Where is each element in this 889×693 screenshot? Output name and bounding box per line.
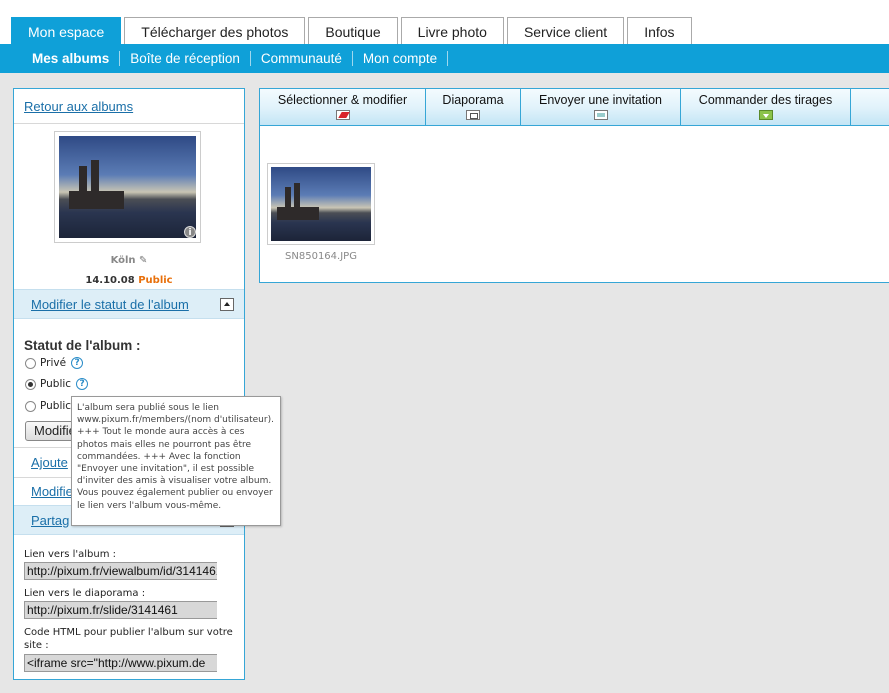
html-code-label: Code HTML pour publier l'album sur votre…: [24, 627, 233, 651]
dropdown-arrow-icon: [758, 110, 773, 120]
album-cover[interactable]: i: [54, 131, 201, 243]
divider: [14, 123, 244, 124]
album-link-label: Lien vers l'album :: [24, 549, 116, 560]
info-icon[interactable]: i: [184, 226, 196, 238]
slideshow-icon: [466, 110, 480, 120]
main-tabs: Mon espace Télécharger des photos Boutiq…: [11, 17, 695, 45]
subnav-communaute[interactable]: Communauté: [251, 51, 353, 66]
edit-pencil-icon[interactable]: ✎: [139, 255, 147, 266]
help-icon[interactable]: ?: [76, 378, 89, 390]
status-section-header[interactable]: Modifier le statut de l'album: [14, 289, 244, 319]
radio-public-2-label: Public: [40, 400, 72, 412]
subnav-mon-compte[interactable]: Mon compte: [353, 51, 449, 66]
html-code-field[interactable]: <iframe src="http://www.pixum.de: [24, 654, 217, 672]
slideshow-button[interactable]: Diaporama: [426, 89, 521, 126]
slideshow-link-field[interactable]: http://pixum.fr/slide/3141461: [24, 601, 217, 619]
album-meta: 14.10.08 Public: [14, 275, 244, 286]
order-prints-button[interactable]: Commander des tirages: [681, 89, 851, 126]
tab-livre-photo[interactable]: Livre photo: [400, 17, 504, 44]
order-prints-label: Commander des tirages: [698, 93, 833, 107]
album-date: 14.10.08: [85, 275, 135, 286]
album-sidebar: Retour aux albums i Köln ✎ 14.10.08 Publ…: [13, 88, 245, 680]
album-name-text: Köln: [110, 255, 136, 266]
radio-public-2[interactable]: Public: [25, 400, 71, 412]
slideshow-link-label: Lien vers le diaporama :: [24, 588, 146, 599]
tab-service-client[interactable]: Service client: [506, 17, 625, 44]
radio-public-input[interactable]: [25, 378, 36, 390]
radio-prive-label: Privé: [40, 357, 67, 369]
subnav-boite-reception[interactable]: Boîte de réception: [120, 51, 251, 66]
status-section-link[interactable]: Modifier le statut de l'album: [31, 297, 189, 312]
select-edit-label: Sélectionner & modifier: [277, 93, 408, 107]
status-title: Statut de l'album :: [24, 338, 141, 353]
help-tooltip: L'album sera publié sous le lien www.pix…: [71, 396, 281, 526]
radio-public-2-input[interactable]: [25, 400, 36, 412]
modify-link[interactable]: Modifie: [31, 484, 73, 499]
send-invitation-label: Envoyer une invitation: [539, 93, 662, 107]
tab-boutique[interactable]: Boutique: [308, 17, 398, 44]
album-status: Public: [138, 275, 173, 286]
radio-public[interactable]: Public ?: [25, 378, 89, 390]
photo-thumbnail[interactable]: [267, 163, 375, 245]
back-to-albums-link[interactable]: Retour aux albums: [24, 99, 133, 114]
tab-telecharger[interactable]: Télécharger des photos: [124, 17, 306, 44]
top-bar: Mon espace Télécharger des photos Boutiq…: [0, 0, 889, 45]
image-detail: [69, 191, 124, 209]
photo-toolbar: Sélectionner & modifier Diaporama Envoye…: [260, 89, 889, 126]
photo-filename: SN850164.JPG: [285, 251, 357, 262]
edit-icon: [335, 110, 350, 120]
slideshow-label: Diaporama: [442, 93, 504, 107]
collapse-icon[interactable]: [220, 298, 234, 311]
photo-panel: Sélectionner & modifier Diaporama Envoye…: [259, 88, 889, 283]
image-detail: [277, 207, 319, 220]
subnav-mes-albums[interactable]: Mes albums: [22, 51, 121, 66]
radio-prive[interactable]: Privé ?: [25, 357, 84, 369]
radio-prive-input[interactable]: [25, 357, 36, 369]
album-cover-image: [59, 136, 196, 238]
send-invitation-button[interactable]: Envoyer une invitation: [521, 89, 681, 126]
sub-navigation: Mes albums Boîte de réception Communauté…: [0, 44, 889, 73]
help-icon[interactable]: ?: [71, 357, 84, 369]
album-name[interactable]: Köln ✎: [14, 255, 244, 266]
mail-icon: [593, 110, 608, 120]
add-link[interactable]: Ajoute: [31, 455, 68, 470]
tab-infos[interactable]: Infos: [627, 17, 692, 44]
radio-public-label: Public: [40, 378, 72, 390]
tab-mon-espace[interactable]: Mon espace: [11, 17, 122, 45]
share-section-link[interactable]: Partag: [31, 513, 69, 528]
photo-thumbnail-image: [271, 167, 371, 241]
album-link-field[interactable]: http://pixum.fr/viewalbum/id/3141461: [24, 562, 217, 580]
select-edit-button[interactable]: Sélectionner & modifier: [260, 89, 426, 126]
